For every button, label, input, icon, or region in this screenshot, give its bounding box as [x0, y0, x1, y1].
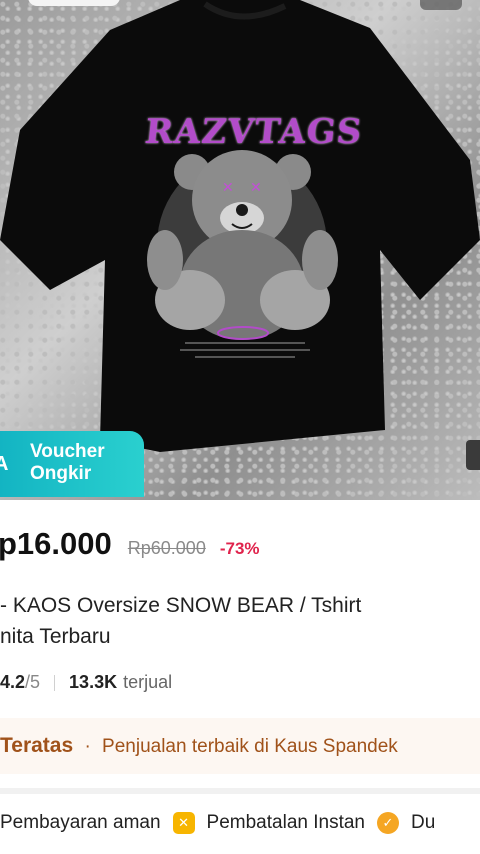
rating-max: /5 — [25, 672, 41, 692]
instant-cancel-icon: ✕ — [172, 812, 195, 834]
section-divider — [0, 788, 480, 794]
image-side-tab[interactable] — [466, 440, 480, 470]
product-title-line1: - KAOS Oversize SNOW BEAR / Tshirt — [0, 594, 362, 617]
stats-divider — [54, 674, 56, 691]
product-title: - KAOS Oversize SNOW BEAR / Tshirt nita … — [0, 590, 470, 652]
discount-badge: -73% — [219, 539, 260, 558]
ranking-separator: · — [84, 736, 91, 757]
sold-count: 13.3K — [69, 672, 118, 692]
benefits-row[interactable]: Pembayaran aman ✕ Pembatalan Instan ✓ Du — [0, 812, 435, 834]
product-title-line2: nita Terbaru — [0, 625, 111, 648]
current-price: p16.000 — [0, 526, 112, 561]
voucher-ongkir-badge[interactable]: A Voucher Ongkir — [0, 431, 144, 497]
voucher-line1: Voucher — [30, 441, 105, 462]
ranking-banner[interactable]: Teratas · Penjualan terbaik di Kaus Span… — [0, 718, 480, 774]
svg-text:✕: ✕ — [250, 180, 262, 196]
product-stats[interactable]: 4.2 /5 13.3K terjual — [0, 672, 172, 693]
bear-graphic: ✕ ✕ — [147, 150, 338, 340]
benefit-third: Du — [411, 812, 436, 833]
ranking-label: Teratas — [0, 734, 74, 757]
benefit-secure-payment: Pembayaran aman — [0, 812, 161, 833]
shirt-graphic-text: RAZVTAGS — [142, 112, 365, 152]
check-badge-icon: ✓ — [377, 812, 399, 834]
product-image[interactable]: ✕ ✕ RAZVTAGS A Voucher Ongkir — [0, 0, 480, 500]
svg-text:✕: ✕ — [222, 180, 234, 196]
ranking-description: Penjualan terbaik di Kaus Spandek — [102, 736, 398, 757]
tshirt-image: ✕ ✕ — [0, 0, 480, 452]
original-price: Rp60.000 — [127, 538, 206, 558]
benefit-instant-cancel: Pembatalan Instan — [206, 812, 365, 833]
rating-value: 4.2 — [0, 672, 26, 692]
price-row: p16.000 Rp60.000 -73% — [0, 526, 260, 562]
voucher-prefix: A — [0, 453, 9, 475]
sold-label: terjual — [123, 672, 173, 692]
voucher-line2: Ongkir — [30, 463, 92, 484]
